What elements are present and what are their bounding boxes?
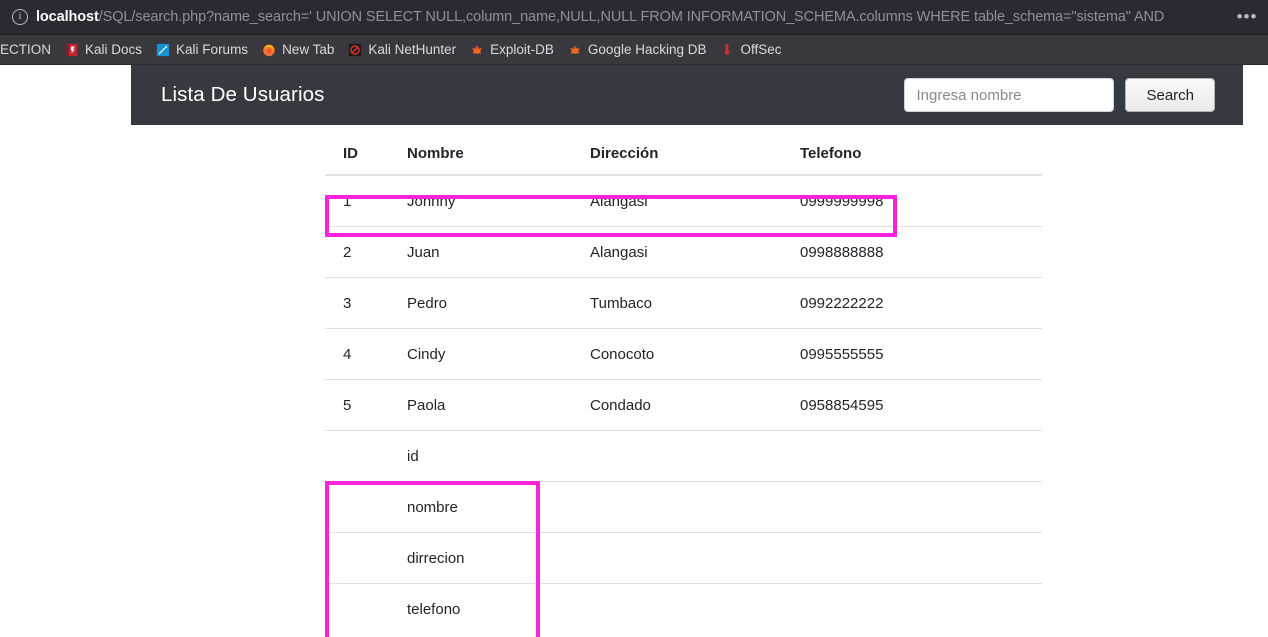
table-body: 1 Johnny Alangasi 0999999998 2 Juan Alan…: [325, 174, 1042, 634]
site-navbar: Lista De Usuarios Search: [131, 65, 1243, 125]
cell-nombre: Johnny: [407, 174, 590, 227]
cell-id: 2: [325, 226, 407, 278]
cell-nombre: Paola: [407, 379, 590, 431]
cell-id: [325, 583, 407, 634]
search-input[interactable]: [904, 78, 1115, 112]
url-host: localhost: [36, 9, 99, 25]
url-path: /SQL/search.php?name_search=' UNION SELE…: [98, 9, 1165, 25]
cell-direccion: [590, 583, 800, 634]
exploit-db-icon: [472, 45, 482, 54]
cell-id: 1: [325, 174, 407, 227]
table-row-injected: dirrecion: [325, 532, 1042, 584]
bookmark-label: OffSec: [740, 42, 782, 57]
browser-chrome: i localhost/SQL/search.php?name_search='…: [0, 0, 1268, 65]
cell-telefono: 0995555555: [800, 328, 1042, 380]
table-header-row: ID Nombre Dirección Telefono: [325, 133, 1042, 176]
bookmarks-toolbar: ECTION Kali Docs Kali Forums New Tab Kal…: [0, 35, 1268, 65]
table-row: 2 Juan Alangasi 0998888888: [325, 226, 1042, 278]
firefox-icon: [263, 44, 275, 56]
cell-telefono: [800, 481, 1042, 533]
cell-nombre: nombre: [407, 481, 590, 533]
cell-nombre: id: [407, 430, 590, 482]
bookmark-label: New Tab: [282, 42, 335, 57]
bookmark-label: Google Hacking DB: [587, 42, 707, 57]
site-info-icon[interactable]: i: [12, 9, 28, 25]
cell-telefono: [800, 532, 1042, 584]
cell-direccion: Tumbaco: [590, 277, 800, 329]
bookmark-item-kali-nethunter[interactable]: Kali NetHunter: [341, 38, 463, 62]
cell-direccion: Alangasi: [590, 174, 800, 227]
address-bar[interactable]: i localhost/SQL/search.php?name_search='…: [8, 3, 1232, 31]
column-header-direccion[interactable]: Dirección: [590, 133, 800, 176]
overflow-menu-icon[interactable]: •••: [1234, 4, 1260, 30]
cell-telefono: 0958854595: [800, 379, 1042, 431]
table-row: 5 Paola Condado 0958854595: [325, 379, 1042, 431]
search-form: Search: [904, 78, 1215, 112]
bookmark-item-ection[interactable]: ECTION: [0, 38, 58, 62]
cell-direccion: Alangasi: [590, 226, 800, 278]
bookmark-item-new-tab[interactable]: New Tab: [255, 38, 341, 62]
cell-id: [325, 430, 407, 482]
table-row-injected: nombre: [325, 481, 1042, 533]
bookmark-item-kali-docs[interactable]: Kali Docs: [58, 38, 149, 62]
bookmark-label: Exploit-DB: [490, 42, 554, 57]
cell-id: [325, 532, 407, 584]
bookmark-label: Kali NetHunter: [368, 42, 457, 57]
users-table: ID Nombre Dirección Telefono 1 Johnny Al…: [325, 133, 1042, 634]
cell-nombre: Cindy: [407, 328, 590, 380]
bookmark-item-exploit-db[interactable]: Exploit-DB: [463, 38, 561, 62]
kali-nethunter-icon: [349, 43, 362, 56]
cell-direccion: [590, 532, 800, 584]
bookmark-label: Kali Forums: [176, 42, 249, 57]
bookmark-label: ECTION: [0, 42, 52, 57]
offsec-icon: [724, 43, 731, 56]
cell-nombre: telefono: [407, 583, 590, 634]
users-table-container: ID Nombre Dirección Telefono 1 Johnny Al…: [325, 133, 1042, 634]
cell-id: 3: [325, 277, 407, 329]
cell-id: [325, 481, 407, 533]
cell-direccion: Conocoto: [590, 328, 800, 380]
table-row: 4 Cindy Conocoto 0995555555: [325, 328, 1042, 380]
cell-direccion: [590, 481, 800, 533]
table-row-injected: id: [325, 430, 1042, 482]
table-head: ID Nombre Dirección Telefono: [325, 133, 1042, 176]
cell-id: 4: [325, 328, 407, 380]
cell-nombre: Juan: [407, 226, 590, 278]
kali-forums-icon: [156, 43, 170, 56]
cell-direccion: Condado: [590, 379, 800, 431]
cell-id: 5: [325, 379, 407, 431]
cell-telefono: 0999999998: [800, 174, 1042, 227]
bookmark-label: Kali Docs: [85, 42, 143, 57]
cell-telefono: 0998888888: [800, 226, 1042, 278]
cell-nombre: Pedro: [407, 277, 590, 329]
cell-telefono: 0992222222: [800, 277, 1042, 329]
page-title: Lista De Usuarios: [161, 83, 325, 106]
search-button[interactable]: Search: [1125, 78, 1215, 112]
cell-nombre: dirrecion: [407, 532, 590, 584]
column-header-id[interactable]: ID: [325, 133, 407, 176]
google-hacking-db-icon: [570, 45, 580, 54]
column-header-nombre[interactable]: Nombre: [407, 133, 590, 176]
column-header-telefono[interactable]: Telefono: [800, 133, 1042, 176]
cell-direccion: [590, 430, 800, 482]
page-body: Lista De Usuarios Search ID Nombre Direc…: [0, 65, 1268, 637]
table-row: 3 Pedro Tumbaco 0992222222: [325, 277, 1042, 329]
url-bar-row: i localhost/SQL/search.php?name_search='…: [0, 0, 1268, 35]
bookmark-item-google-hacking-db[interactable]: Google Hacking DB: [561, 38, 714, 62]
kali-docs-icon: [66, 43, 78, 56]
url-text: localhost/SQL/search.php?name_search=' U…: [36, 9, 1164, 25]
bookmark-item-kali-forums[interactable]: Kali Forums: [149, 38, 255, 62]
table-row-injected: telefono: [325, 583, 1042, 634]
cell-telefono: [800, 583, 1042, 634]
table-row: 1 Johnny Alangasi 0999999998: [325, 174, 1042, 227]
bookmark-item-offsec[interactable]: OffSec: [713, 38, 788, 62]
cell-telefono: [800, 430, 1042, 482]
